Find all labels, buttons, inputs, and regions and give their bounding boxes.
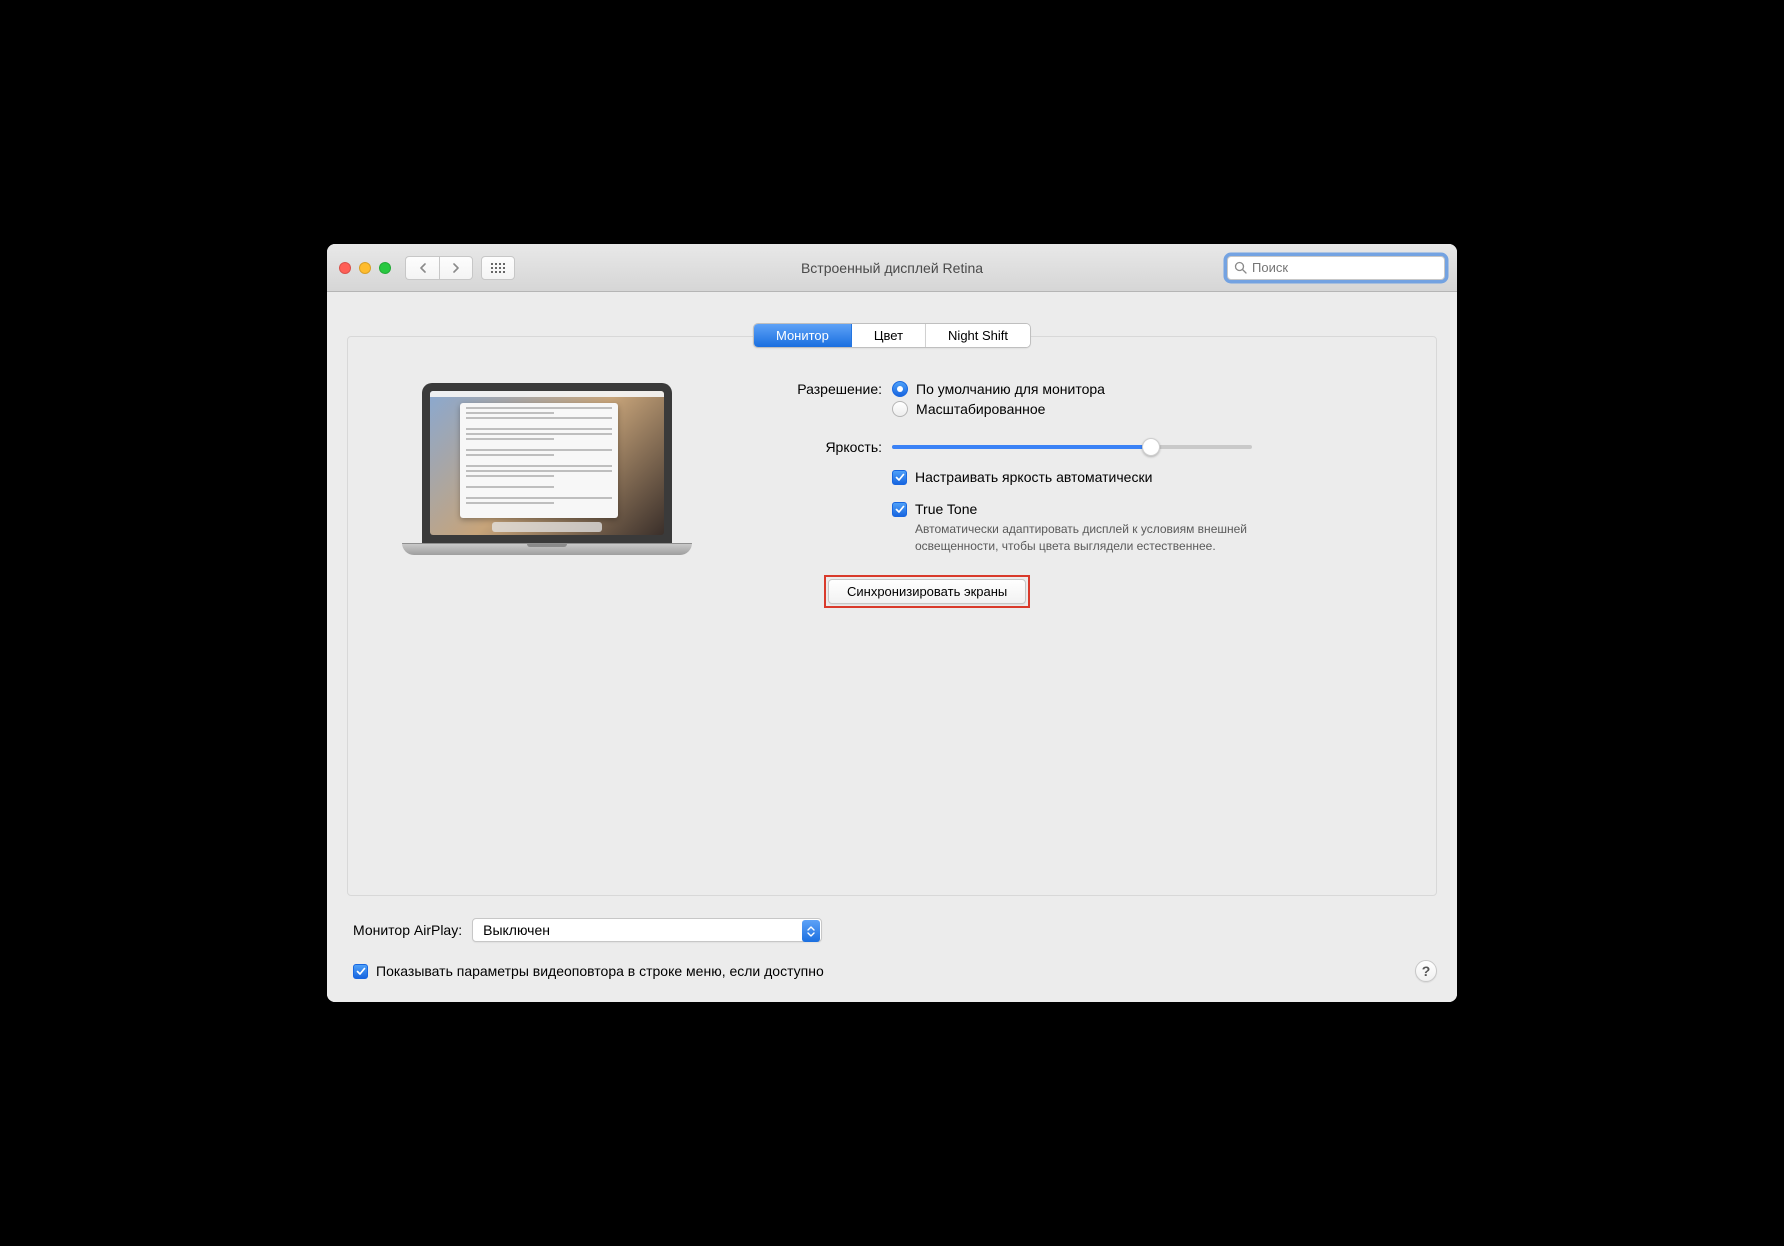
airplay-label: Монитор AirPlay: — [353, 922, 462, 938]
back-button[interactable] — [405, 256, 439, 280]
nav-group — [405, 256, 473, 280]
truetone-description: Автоматически адаптировать дисплей к усл… — [892, 521, 1312, 555]
tab-color[interactable]: Цвет — [852, 324, 926, 347]
preferences-window: Встроенный дисплей Retina Монитор Цвет N… — [327, 244, 1457, 1002]
settings-column: Разрешение: По умолчанию для монитора Ма… — [762, 373, 1412, 608]
show-all-button[interactable] — [481, 256, 515, 280]
minimize-window-button[interactable] — [359, 262, 371, 274]
titlebar: Встроенный дисплей Retina — [327, 244, 1457, 292]
chevron-left-icon — [419, 263, 427, 273]
annotation-highlight: Синхронизировать экраны — [824, 575, 1030, 608]
auto-brightness-label: Настраивать яркость автоматически — [915, 469, 1152, 485]
close-window-button[interactable] — [339, 262, 351, 274]
brightness-slider[interactable] — [892, 437, 1252, 457]
help-button[interactable]: ? — [1415, 960, 1437, 982]
auto-brightness-checkbox[interactable]: Настраивать яркость автоматически — [892, 467, 1412, 487]
resolution-default-option[interactable]: По умолчанию для монитора — [892, 379, 1412, 399]
checkmark-icon — [892, 470, 907, 485]
help-icon: ? — [1422, 963, 1431, 979]
airplay-value: Выключен — [483, 922, 550, 938]
grid-icon — [491, 263, 505, 273]
resolution-default-label: По умолчанию для монитора — [916, 381, 1105, 397]
updown-caret-icon — [802, 920, 820, 942]
tab-bar: Монитор Цвет Night Shift — [753, 323, 1031, 348]
search-input[interactable] — [1227, 256, 1445, 280]
forward-button[interactable] — [439, 256, 473, 280]
chevron-right-icon — [452, 263, 460, 273]
radio-icon — [892, 401, 908, 417]
gather-windows-button[interactable]: Синхронизировать экраны — [828, 579, 1026, 604]
checkmark-icon — [892, 502, 907, 517]
traffic-lights — [339, 262, 391, 274]
mirroring-label: Показывать параметры видеоповтора в стро… — [376, 963, 824, 979]
tab-night-shift[interactable]: Night Shift — [926, 324, 1030, 347]
resolution-label: Разрешение: — [762, 379, 892, 397]
main-box: Монитор Цвет Night Shift — [347, 336, 1437, 896]
radio-icon — [892, 381, 908, 397]
zoom-window-button[interactable] — [379, 262, 391, 274]
slider-thumb-icon — [1142, 438, 1160, 456]
resolution-scaled-label: Масштабированное — [916, 401, 1045, 417]
search-wrap — [1227, 256, 1445, 280]
airplay-select[interactable]: Выключен — [472, 918, 822, 942]
display-illustration — [372, 373, 722, 608]
mirroring-checkbox[interactable]: Показывать параметры видеоповтора в стро… — [353, 961, 824, 981]
truetone-label: True Tone — [915, 501, 977, 517]
truetone-checkbox[interactable]: True Tone — [892, 499, 1412, 519]
checkmark-icon — [353, 964, 368, 979]
brightness-label: Яркость: — [762, 437, 892, 455]
resolution-scaled-option[interactable]: Масштабированное — [892, 399, 1412, 419]
tab-monitor[interactable]: Монитор — [754, 324, 852, 347]
content-pane: Монитор Цвет Night Shift — [327, 292, 1457, 1002]
